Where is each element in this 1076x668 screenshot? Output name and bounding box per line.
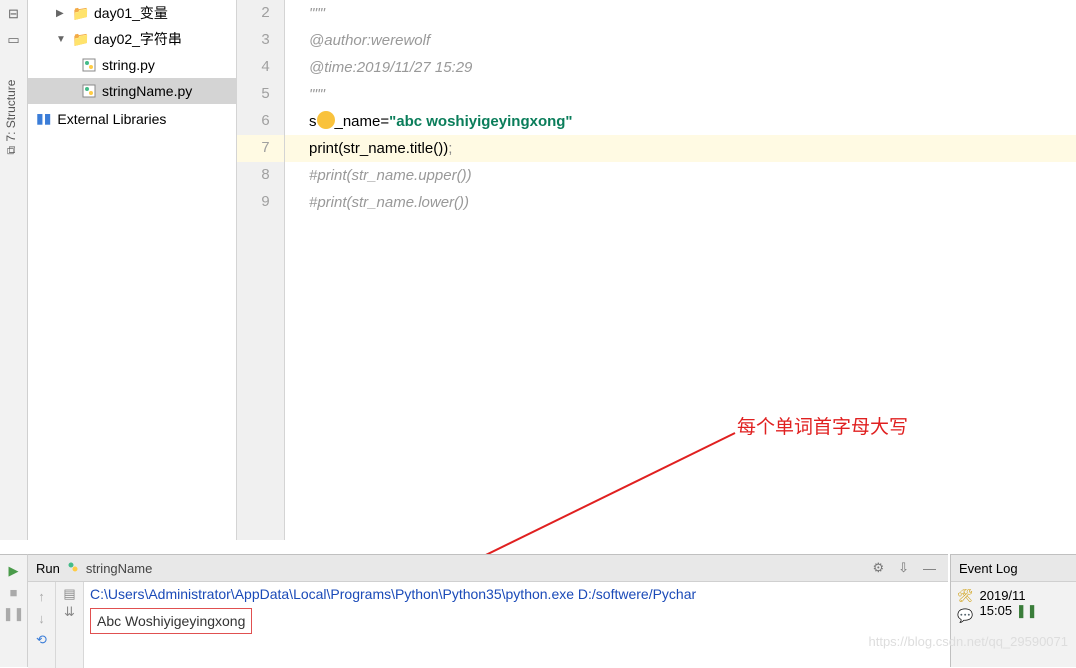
- structure-icon: ⧉: [4, 146, 18, 155]
- filter-icon[interactable]: ▤: [63, 586, 75, 602]
- chevron-down-icon: ▼: [56, 34, 68, 45]
- run-panel: Run stringName ⚙ ⇩ — ↑ ↓ ⟲ ▤ ⇊ C:\Users\…: [28, 554, 948, 667]
- run-title: stringName: [86, 561, 152, 576]
- minimize-icon[interactable]: —: [919, 561, 940, 576]
- left-rail-bottom: ▶ ■ ❚❚: [0, 554, 28, 667]
- up-arrow-icon[interactable]: ↑: [32, 586, 52, 606]
- tree-file-string[interactable]: string.py: [28, 52, 236, 78]
- console-command: C:\Users\Administrator\AppData\Local\Pro…: [90, 586, 942, 602]
- emoji-icon: [317, 111, 335, 129]
- event-log-title[interactable]: Event Log: [951, 555, 1076, 582]
- wrap-icon[interactable]: ⟲: [32, 630, 52, 650]
- watermark: https://blog.csdn.net/qq_29590071: [869, 634, 1069, 649]
- line-number[interactable]: 6: [237, 108, 284, 135]
- folder-icon: 📁: [72, 31, 90, 48]
- rail-btn-1[interactable]: ⊟: [2, 2, 26, 26]
- annotation-text: 每个单词首字母大写: [737, 412, 908, 439]
- run-subcontrols: ▤ ⇊: [56, 582, 84, 668]
- line-number[interactable]: 7: [237, 135, 284, 162]
- balloon-icon[interactable]: 💬: [957, 608, 974, 624]
- library-icon: ▮▮: [36, 110, 51, 127]
- python-file-icon: [80, 57, 98, 73]
- pause-icon: ❚❚: [1016, 603, 1038, 618]
- python-file-icon: [66, 560, 80, 577]
- down-arrow-icon[interactable]: ↓: [32, 608, 52, 628]
- run-pause-icon[interactable]: ❚❚: [3, 606, 25, 622]
- line-number[interactable]: 5: [237, 81, 284, 108]
- rail-btn-2[interactable]: ▭: [2, 28, 26, 52]
- event-time: 15:05: [980, 603, 1013, 618]
- line-number[interactable]: 4: [237, 54, 284, 81]
- chevron-right-icon: ▶: [56, 8, 68, 19]
- folder-icon: 📁: [72, 5, 90, 22]
- run-play-icon[interactable]: ▶: [9, 563, 19, 579]
- structure-tab[interactable]: ⧉ 7: Structure: [4, 80, 18, 155]
- console-output[interactable]: C:\Users\Administrator\AppData\Local\Pro…: [84, 582, 948, 668]
- gear-icon[interactable]: ⚙: [868, 560, 888, 576]
- event-log-panel: Event Log 🛠 💬 2019/11 15:05 ❚❚: [950, 554, 1076, 667]
- run-label: Run: [36, 561, 60, 576]
- tree-file-stringname[interactable]: stringName.py: [28, 78, 236, 104]
- python-file-icon: [80, 83, 98, 99]
- line-number[interactable]: 3: [237, 27, 284, 54]
- external-libraries[interactable]: ▮▮ External Libraries: [28, 104, 236, 133]
- event-date: 2019/11: [980, 588, 1038, 603]
- editor-gutter: 2 3 4 5 6 7 8 9: [237, 0, 285, 540]
- line-number[interactable]: 8: [237, 162, 284, 189]
- run-stop-icon[interactable]: ■: [10, 585, 18, 600]
- console-output-box: Abc Woshiyigeyingxong: [90, 608, 252, 634]
- tree-folder-day02[interactable]: ▼ 📁 day02_字符串: [28, 26, 236, 52]
- download-icon[interactable]: ⇩: [894, 560, 913, 576]
- run-controls: ↑ ↓ ⟲: [28, 582, 56, 668]
- code-editor[interactable]: """ @author:werewolf @time:2019/11/27 15…: [285, 0, 1076, 540]
- tree-folder-day01[interactable]: ▶ 📁 day01_变量: [28, 0, 236, 26]
- tools-icon[interactable]: 🛠: [957, 588, 974, 604]
- project-tree: ▶ 📁 day01_变量 ▼ 📁 day02_字符串 string.py str…: [28, 0, 237, 540]
- line-number[interactable]: 2: [237, 0, 284, 27]
- run-header: Run stringName ⚙ ⇩ —: [28, 555, 948, 582]
- line-number[interactable]: 9: [237, 189, 284, 216]
- scroll-icon[interactable]: ⇊: [64, 604, 75, 620]
